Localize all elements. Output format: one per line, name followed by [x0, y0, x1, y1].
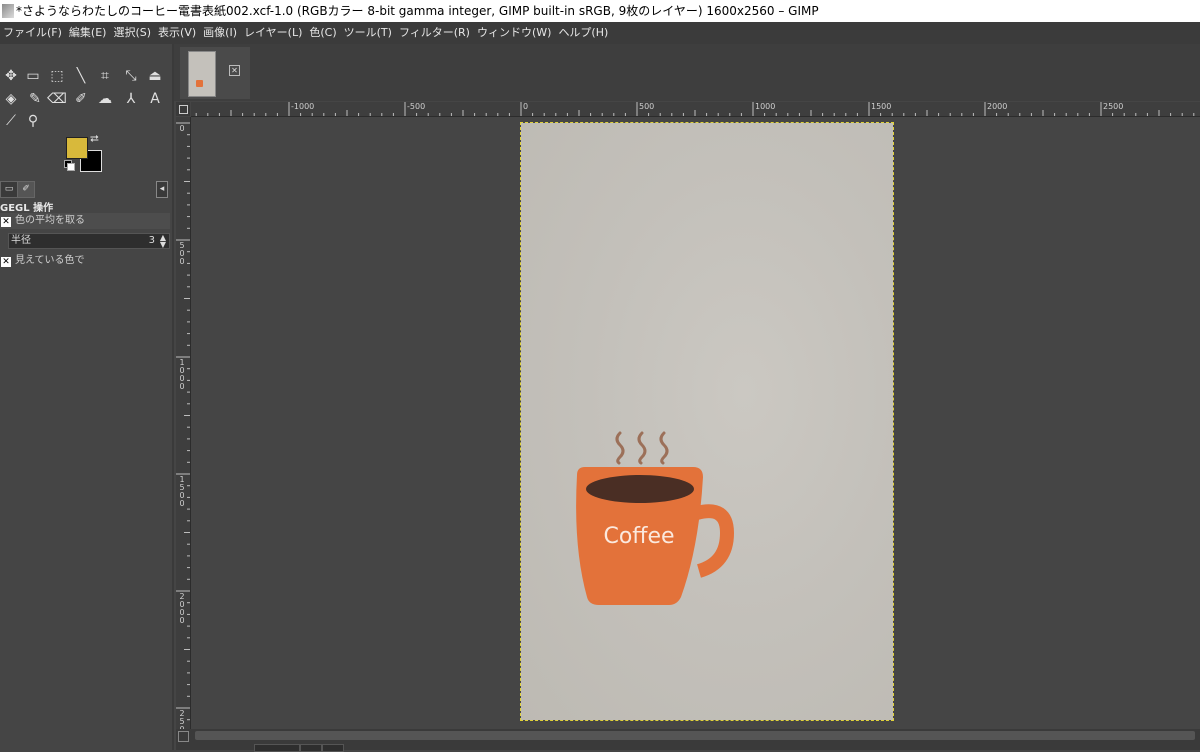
menu-view[interactable]: 表示(V): [155, 22, 200, 44]
vertical-ruler[interactable]: 0 500 1000 1500 2000 2500: [176, 117, 191, 729]
window-title: *さようならわたしのコーヒー電書表紙002.xcf-1.0 (RGBカラー 8-…: [16, 4, 819, 18]
close-tab-icon[interactable]: ✕: [229, 65, 240, 76]
menu-help[interactable]: ヘルプ(H): [555, 22, 612, 44]
zoom-icon[interactable]: ⚲: [22, 110, 44, 132]
ruler-label: 1500: [871, 102, 892, 111]
airbrush-icon[interactable]: ✐: [70, 88, 92, 110]
menu-filters[interactable]: フィルター(R): [396, 22, 474, 44]
fuzzy-select-icon[interactable]: ⬚: [46, 65, 68, 87]
menu-select[interactable]: 選択(S): [110, 22, 155, 44]
ruler-label: 1000: [179, 358, 185, 391]
steam-wisps: [615, 431, 669, 465]
navigate-icon[interactable]: [178, 731, 189, 742]
menu-tools[interactable]: ツール(T): [341, 22, 396, 44]
menu-image[interactable]: 画像(I): [200, 22, 241, 44]
dock-tab-bar: ▭ ✐ ◂: [0, 180, 172, 198]
horizontal-scrollbar[interactable]: [176, 729, 1200, 743]
gimp-app-icon: [2, 4, 14, 18]
ruler-label: 0: [523, 102, 529, 111]
mug-handle: [695, 504, 735, 578]
radius-label: 半径: [11, 235, 31, 246]
bucket-fill-icon[interactable]: ◈: [0, 88, 22, 110]
quick-mask-toggle[interactable]: [176, 102, 190, 116]
transform-icon[interactable]: ⤡: [120, 65, 142, 87]
image-tab-bar: [174, 44, 1200, 101]
tool-options-title: GEGL 操作: [0, 203, 54, 214]
sample-merged-option[interactable]: ✕ 見えている色で: [0, 253, 170, 269]
thumbnail-mug: [196, 80, 203, 87]
menu-file[interactable]: ファイル(F): [0, 22, 66, 44]
paintbrush-icon[interactable]: ✎: [24, 88, 46, 110]
menu-colors[interactable]: 色(C): [306, 22, 340, 44]
radius-value: 3: [148, 235, 155, 246]
ruler-label: 2000: [179, 592, 185, 625]
ruler-label: 500: [179, 241, 185, 266]
ruler-label: 2500: [179, 709, 185, 730]
sample-average-label: 色の平均を取る: [15, 215, 85, 226]
quick-mask-icon: [179, 105, 188, 114]
coffee-surface: [586, 475, 694, 503]
menu-windows[interactable]: ウィンドウ(W): [474, 22, 555, 44]
menu-layer[interactable]: レイヤー(L): [241, 22, 306, 44]
dock-menu-icon[interactable]: ◂: [156, 181, 168, 198]
ruler-label: 1000: [755, 102, 776, 111]
foreground-color-swatch[interactable]: [66, 137, 88, 159]
eraser-icon[interactable]: ⌫: [46, 88, 68, 110]
radius-spinbox[interactable]: 半径 3 ▲ ▼: [8, 233, 170, 249]
move-tool-icon[interactable]: ✥: [0, 65, 22, 87]
vertical-ruler-ticks: [176, 122, 190, 721]
ruler-label: -500: [407, 102, 426, 111]
ruler-label: 1500: [179, 475, 185, 508]
ruler-label: 500: [639, 102, 655, 111]
image-canvas[interactable]: Coffee: [520, 122, 894, 721]
menu-bar: ファイル(F) 編集(E) 選択(S) 表示(V) 画像(I) レイヤー(L) 色(C) ツー…: [0, 22, 1200, 44]
warp-icon[interactable]: ⏏: [144, 65, 166, 87]
mug-label-text: Coffee: [603, 524, 674, 549]
panel-divider[interactable]: [172, 44, 174, 750]
swap-colors-icon[interactable]: ⮂: [90, 132, 99, 146]
align-icon[interactable]: ╲: [70, 65, 92, 87]
scrollbar-thumb[interactable]: [195, 731, 1195, 740]
menu-edit[interactable]: 編集(E): [66, 22, 111, 44]
device-status-tab-icon[interactable]: ▭: [0, 181, 18, 198]
sample-merged-checkbox[interactable]: ✕: [1, 257, 11, 267]
ruler-label: 2000: [987, 102, 1008, 111]
sample-merged-label: 見えている色で: [15, 255, 85, 266]
sample-average-option[interactable]: ✕ 色の平均を取る: [0, 213, 170, 229]
status-field: [322, 744, 344, 752]
ruler-label: 2500: [1103, 102, 1124, 111]
rect-select-icon[interactable]: ▭: [22, 65, 44, 87]
zoom-selector[interactable]: [300, 744, 322, 752]
image-thumbnail[interactable]: [188, 51, 216, 97]
coffee-illustration: Coffee: [576, 431, 735, 605]
status-bar: [176, 743, 1200, 752]
horizontal-ruler-ticks: [195, 102, 1195, 116]
ruler-label: -1000: [291, 102, 315, 111]
smudge-icon[interactable]: ☁: [94, 88, 116, 110]
crop-icon[interactable]: ⌗: [94, 65, 116, 87]
unit-selector[interactable]: [254, 744, 300, 752]
tool-options-tab-icon[interactable]: ✐: [17, 181, 35, 198]
horizontal-ruler[interactable]: -1000 -500 0 500 1000 1500 2000 2500: [191, 102, 1200, 117]
ruler-label: 0: [179, 124, 185, 133]
spin-arrows-icon[interactable]: ▲ ▼: [158, 234, 168, 249]
window-titlebar: *さようならわたしのコーヒー電書表紙002.xcf-1.0 (RGBカラー 8-…: [0, 0, 1200, 22]
path-icon[interactable]: ⅄: [120, 88, 142, 110]
text-tool-icon[interactable]: A: [144, 88, 166, 110]
sample-average-checkbox[interactable]: ✕: [1, 217, 11, 227]
reset-colors-icon[interactable]: [64, 160, 75, 171]
color-picker-icon[interactable]: ⟋: [0, 110, 22, 132]
